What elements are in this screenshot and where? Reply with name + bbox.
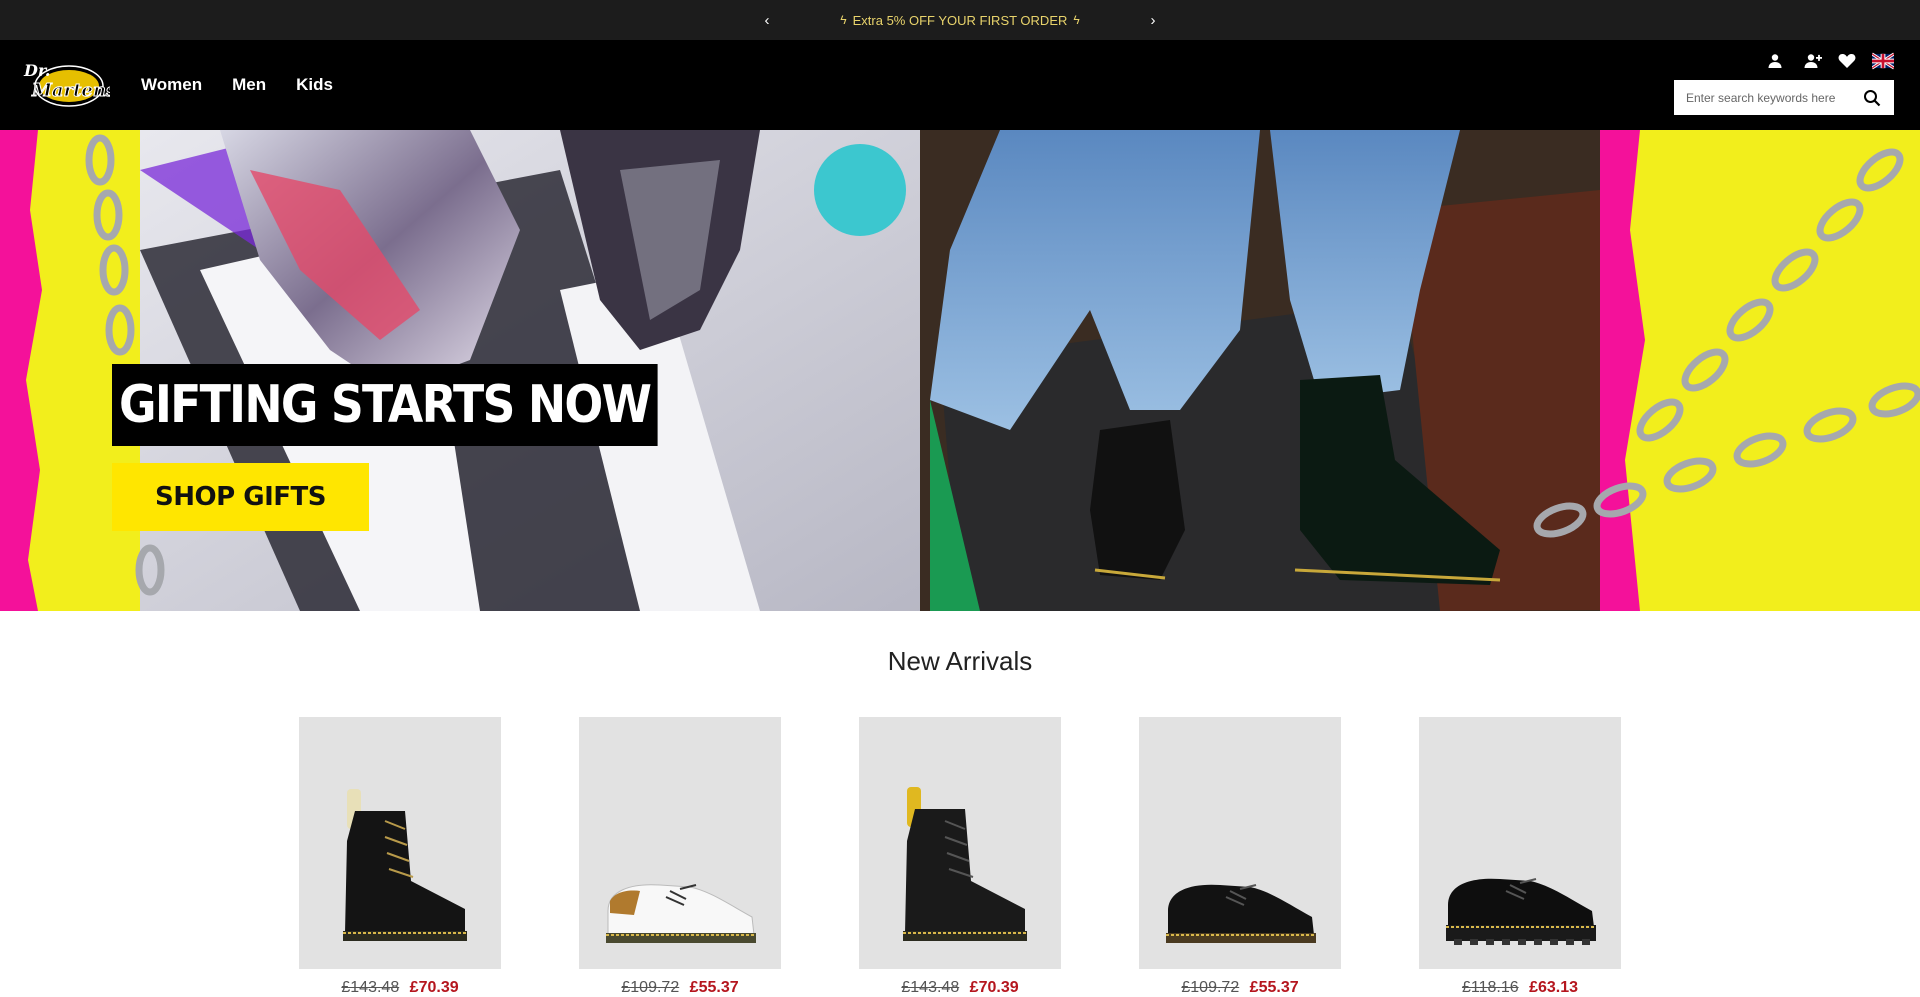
sale-price: £70.39	[409, 979, 459, 996]
promo-message[interactable]: ϟ Extra 5% OFF YOUR FIRST ORDER ϟ	[840, 13, 1080, 28]
product-image[interactable]	[299, 717, 501, 969]
product-card[interactable]: £143.48 £70.39	[299, 717, 501, 997]
brand-logo[interactable]: Dr. Martens	[22, 58, 110, 110]
product-price: £109.72 £55.37	[579, 979, 781, 997]
product-card[interactable]: £109.72 £55.37	[1139, 717, 1341, 997]
lightning-icon: ϟ	[1073, 13, 1080, 27]
sale-price: £55.37	[1249, 979, 1299, 996]
search-box	[1674, 80, 1894, 115]
nav-kids[interactable]: Kids	[296, 75, 333, 95]
header-icons	[1764, 50, 1894, 72]
main-nav: Women Men Kids	[141, 40, 333, 130]
nav-men[interactable]: Men	[232, 75, 266, 95]
boot-image	[903, 787, 1027, 941]
promo-text: Extra 5% OFF YOUR FIRST ORDER	[852, 12, 1068, 28]
product-price: £143.48 £70.39	[299, 979, 501, 997]
search-icon[interactable]	[1854, 80, 1890, 115]
shop-gifts-button[interactable]: SHOP GIFTS	[112, 463, 369, 531]
sale-price: £70.39	[969, 979, 1019, 996]
sale-price: £63.13	[1529, 979, 1579, 996]
shoe-image	[1446, 878, 1596, 945]
hero-banner[interactable]: GIFTING STARTS NOW SHOP GIFTS	[0, 130, 1920, 611]
product-image[interactable]	[1419, 717, 1621, 969]
product-card[interactable]: £118.16 £63.13	[1419, 717, 1621, 997]
product-image[interactable]	[1139, 717, 1341, 969]
shoe-image	[606, 884, 756, 943]
promo-bar: ‹ ϟ Extra 5% OFF YOUR FIRST ORDER ϟ ›	[0, 0, 1920, 40]
original-price: £143.48	[341, 979, 400, 996]
product-card[interactable]: £109.72 £55.37	[579, 717, 781, 997]
original-price: £118.16	[1461, 979, 1519, 996]
add-user-icon[interactable]	[1800, 50, 1822, 72]
original-price: £143.48	[901, 979, 960, 996]
promo-next-button[interactable]: ›	[1141, 0, 1165, 40]
account-icon[interactable]	[1764, 50, 1786, 72]
svg-text:Martens: Martens	[31, 80, 110, 101]
product-price: £118.16 £63.13	[1419, 979, 1621, 997]
heart-icon[interactable]	[1836, 50, 1858, 72]
search-input[interactable]	[1674, 80, 1854, 115]
product-card[interactable]: £143.48 £70.39	[859, 717, 1061, 997]
lightning-icon: ϟ	[840, 13, 847, 27]
original-price: £109.72	[1181, 979, 1240, 996]
product-image[interactable]	[859, 717, 1061, 969]
hero-headline: GIFTING STARTS NOW	[112, 364, 658, 446]
sale-price: £55.37	[689, 979, 739, 996]
site-header: Dr. Martens Women Men Kids	[0, 40, 1920, 130]
product-price: £143.48 £70.39	[859, 979, 1061, 997]
product-image[interactable]	[579, 717, 781, 969]
boot-image	[343, 789, 467, 941]
section-title: New Arrivals	[887, 646, 1033, 676]
uk-flag-icon[interactable]	[1872, 50, 1894, 72]
nav-women[interactable]: Women	[141, 75, 202, 95]
shoe-image	[1166, 884, 1316, 943]
original-price: £109.72	[621, 979, 680, 996]
promo-prev-button[interactable]: ‹	[755, 0, 779, 40]
svg-text:Dr.: Dr.	[23, 61, 50, 80]
product-price: £109.72 £55.37	[1139, 979, 1341, 997]
